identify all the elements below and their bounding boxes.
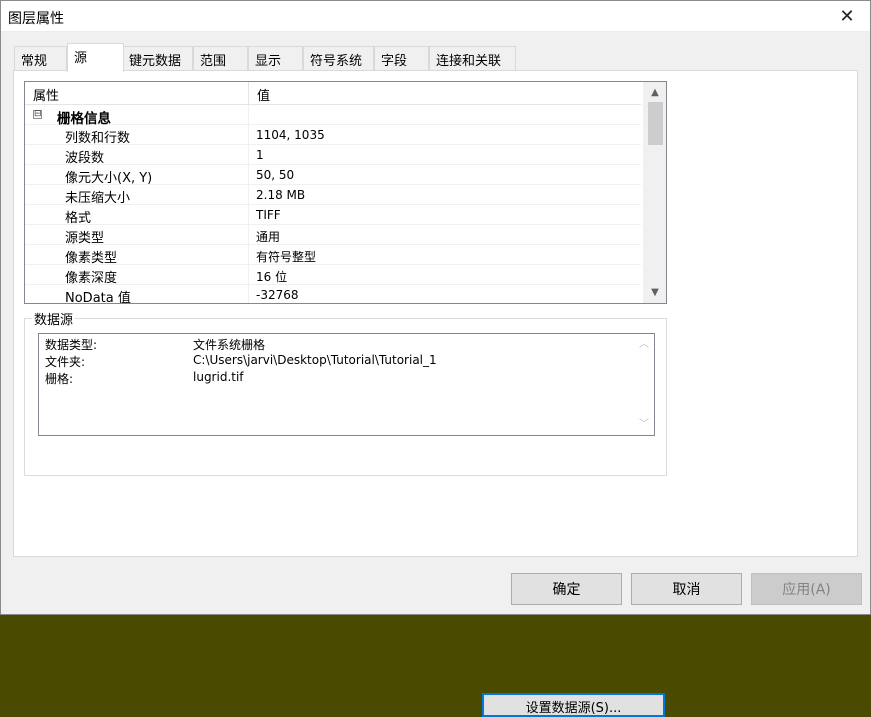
property-value: 有符号整型 bbox=[256, 250, 317, 264]
property-value: 1104, 1035 bbox=[256, 128, 325, 142]
tab-key-metadata[interactable]: 键元数据 bbox=[122, 46, 193, 71]
grid-row[interactable]: 列数和行数 1104, 1035 bbox=[25, 125, 641, 146]
property-value: 16 位 bbox=[256, 270, 288, 284]
tab-symbology[interactable]: 符号系统 bbox=[303, 46, 374, 71]
grid-row[interactable]: 像素深度 16 位 bbox=[25, 265, 641, 286]
property-value: -32768 bbox=[256, 288, 299, 302]
ds-key: 栅格: bbox=[45, 372, 74, 386]
property-grid[interactable]: 属性 值 ⊟ 栅格信息 列数和行数 1104, 1035 波段数 1 像元大小(… bbox=[24, 81, 667, 304]
tab-joins-relates[interactable]: 连接和关联 bbox=[429, 46, 516, 71]
property-name: 像素类型 bbox=[25, 245, 249, 266]
tab-general[interactable]: 常规 bbox=[14, 46, 67, 71]
property-value: 1 bbox=[256, 148, 264, 162]
group-label: 栅格信息 bbox=[25, 105, 249, 127]
column-header-property[interactable]: 属性 bbox=[25, 82, 249, 105]
grid-row[interactable]: 像元大小(X, Y) 50, 50 bbox=[25, 165, 641, 186]
property-name: 波段数 bbox=[25, 145, 249, 166]
property-name: 格式 bbox=[25, 205, 249, 226]
scroll-thumb[interactable] bbox=[648, 102, 663, 145]
property-name: 未压缩大小 bbox=[25, 185, 249, 206]
groupbox-title: 数据源 bbox=[32, 309, 76, 328]
datasource-groupbox: 数据源 数据类型: 文件系统栅格 文件夹: C:\Users\jarvi\Des… bbox=[24, 309, 667, 717]
grid-row[interactable]: 源类型 通用 bbox=[25, 225, 641, 246]
property-value: TIFF bbox=[256, 208, 281, 222]
grid-header: 属性 值 bbox=[25, 82, 641, 105]
set-datasource-button[interactable]: 设置数据源(S)... bbox=[482, 693, 665, 717]
property-name: 列数和行数 bbox=[25, 125, 249, 146]
window-title: 图层属性 bbox=[8, 11, 64, 27]
ds-key: 数据类型: bbox=[45, 338, 98, 352]
grid-row[interactable]: NoData 值 -32768 bbox=[25, 285, 641, 303]
tab-display[interactable]: 显示 bbox=[248, 46, 303, 71]
layer-properties-dialog: 图层属性 ✕ 常规 源 键元数据 范围 显示 符号系统 字段 连接和关联 属性 … bbox=[0, 0, 871, 717]
datasource-info-box[interactable]: 数据类型: 文件系统栅格 文件夹: C:\Users\jarvi\Desktop… bbox=[38, 333, 655, 436]
close-icon[interactable]: ✕ bbox=[824, 1, 870, 32]
scroll-up-icon[interactable]: ︿ bbox=[634, 336, 654, 353]
property-name: 源类型 bbox=[25, 225, 249, 246]
property-name: 像元大小(X, Y) bbox=[25, 165, 249, 186]
scroll-down-icon[interactable]: ﹀ bbox=[634, 416, 654, 433]
tab-extent[interactable]: 范围 bbox=[193, 46, 248, 71]
cancel-button[interactable]: 取消 bbox=[631, 573, 742, 605]
grid-row[interactable]: 未压缩大小 2.18 MB bbox=[25, 185, 641, 206]
scroll-up-icon[interactable]: ▲ bbox=[644, 84, 666, 101]
grid-row[interactable]: 像素类型 有符号整型 bbox=[25, 245, 641, 266]
property-name: NoData 值 bbox=[25, 285, 249, 303]
ds-value: 文件系统栅格 bbox=[193, 338, 266, 352]
grid-scrollbar[interactable]: ▲ ▼ bbox=[643, 82, 666, 303]
ok-button[interactable]: 确定 bbox=[511, 573, 622, 605]
property-value: 50, 50 bbox=[256, 168, 295, 182]
title-bar: 图层属性 ✕ bbox=[1, 1, 870, 32]
ds-value: lugrid.tif bbox=[193, 370, 244, 384]
scroll-down-icon[interactable]: ▼ bbox=[644, 284, 666, 301]
property-value: 2.18 MB bbox=[256, 188, 306, 202]
group-row-raster-info[interactable]: ⊟ 栅格信息 bbox=[25, 105, 641, 127]
property-name: 像素深度 bbox=[25, 265, 249, 286]
grid-rows: ⊟ 栅格信息 列数和行数 1104, 1035 波段数 1 像元大小(X, Y)… bbox=[25, 105, 641, 303]
ds-value: C:\Users\jarvi\Desktop\Tutorial\Tutorial… bbox=[193, 353, 437, 367]
tab-panel-source: 属性 值 ⊟ 栅格信息 列数和行数 1104, 1035 波段数 1 像元大小(… bbox=[13, 70, 858, 717]
ds-scrollbar[interactable]: ︿ ﹀ bbox=[634, 334, 654, 435]
grid-row[interactable]: 波段数 1 bbox=[25, 145, 641, 166]
grid-row[interactable]: 格式 TIFF bbox=[25, 205, 641, 226]
property-value: 通用 bbox=[256, 230, 281, 244]
apply-button[interactable]: 应用(A) bbox=[751, 573, 862, 605]
tab-source[interactable]: 源 bbox=[67, 43, 124, 72]
tab-fields[interactable]: 字段 bbox=[374, 46, 429, 71]
ds-key: 文件夹: bbox=[45, 355, 86, 369]
column-header-value[interactable]: 值 bbox=[249, 82, 641, 105]
